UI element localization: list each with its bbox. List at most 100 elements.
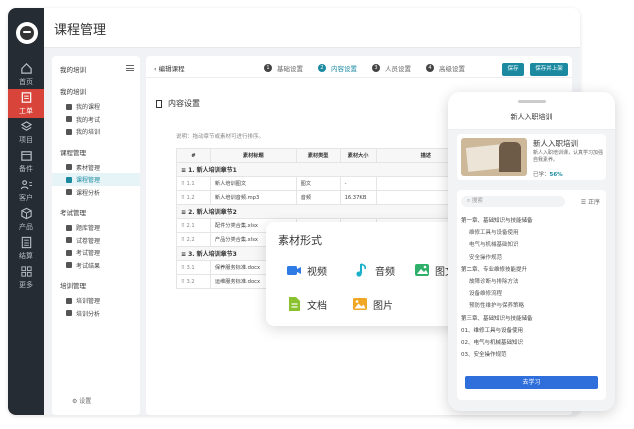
material-type-label: 图片 [373,300,393,312]
material-type-video[interactable]: 视频 [286,262,327,278]
nav-item-label: 课程分析 [76,189,101,197]
nav-item-icon [66,176,72,183]
chapter-item[interactable]: 第二章、专业维修技能提升 [461,265,527,273]
nav-item-icon [66,116,72,122]
nav-item[interactable]: 考试管理 [52,246,140,259]
step-2[interactable]: 2 内容设置 [318,63,357,73]
sort-toggle[interactable]: ☰ 正序 [581,197,600,206]
lesson-item[interactable]: 故障诊断与排除方法 [469,277,519,285]
users-icon [20,180,32,190]
nav-item[interactable]: 我的考试 [52,113,140,126]
nav-item[interactable]: 考试结果 [52,259,140,272]
chapter-item[interactable]: 01、维修工具与设备使用 [461,326,523,334]
rail-item-box[interactable]: 备件 [8,147,44,176]
nav-group-heading: 我的培训 [60,88,86,96]
step-number: 4 [426,64,434,72]
sort-toggle-label: 正序 [587,199,600,206]
table-row[interactable]: ⠿ 1.1 新人培训图文 图文 - [176,176,477,191]
course-card-title: 新人入职培训 [533,139,578,148]
chapter-row[interactable]: ≡ 2. 新人培训章节2 [176,204,476,219]
search-input[interactable]: ⌕ 搜索 [461,196,565,207]
course-card[interactable]: 新人入职培训 新人入职培训课，认真学习加强自我素养。 已学：56% [457,134,606,180]
nav-item[interactable]: 素材管理 [52,161,140,174]
lesson-item[interactable]: 维修工具与设备使用 [469,228,519,236]
nav-item-icon [66,103,72,110]
chapter-item[interactable]: 第一章、基础知识与技能储备 [461,216,533,224]
step-4[interactable]: 4 高级设置 [426,63,465,73]
material-title: 素材形式 [278,234,322,247]
lesson-item[interactable]: 预防性维护与保养策略 [469,301,524,309]
step-3[interactable]: 3 人员设置 [372,63,411,73]
nav-item-label: 我的课程 [76,104,101,111]
chapter-title: ≡ 2. 新人培训章节2 [176,204,476,219]
column-header: 素材大小 [339,148,377,163]
avatar[interactable] [16,22,38,44]
chapter-item[interactable]: 第三章、基础知识与技能储备 [461,314,533,322]
save-button[interactable]: 保存 [502,63,524,76]
section-title: 内容设置 [156,98,200,109]
course-card-desc: 新人入职培训课，认真学习加强自我素养。 [533,150,604,163]
chapter-item[interactable]: 02、电气与机械基础知识 [461,338,523,346]
collapse-menu-icon[interactable] [126,65,134,71]
settings-link[interactable]: ⚙ 设置 [72,396,91,405]
material-size: - [339,176,377,191]
picture-icon [353,298,367,310]
step-1[interactable]: 1 基础设置 [264,63,303,73]
nav-item-icon [66,237,72,243]
chapter-row[interactable]: ≡ 1. 新人培训章节1 [176,162,476,177]
material-type-picture[interactable]: 图片 [352,296,393,312]
rail-item-users[interactable]: 客户 [8,176,44,205]
nav-item[interactable]: 我的培训 [52,125,140,138]
rail-item-cube[interactable]: 产品 [8,205,44,234]
nav-item[interactable]: 培训分析 [52,307,140,320]
nav-item-icon [66,224,72,231]
nav-item-icon [66,249,72,256]
back-button[interactable]: ‹ 编辑课程 [154,63,185,73]
nav-item-label: 考试管理 [76,250,101,257]
rail-item-home[interactable]: 首页 [8,60,44,89]
nav-group-heading: 考试管理 [60,209,86,217]
back-label: 编辑课程 [158,65,185,73]
nav-item[interactable]: 课程分析 [52,186,140,199]
nav-item-icon [66,164,72,170]
lesson-item[interactable]: 电气与机械基础知识 [469,240,519,248]
progress-label: 已学： [533,172,550,178]
nav-item[interactable]: 试卷管理 [52,234,140,247]
rail-item-label: 首页 [19,78,33,86]
nav-item[interactable]: 我的课程 [52,100,140,113]
rail-item-calculator[interactable]: 结算 [8,234,44,263]
nav-item[interactable]: 培训管理 [52,294,140,307]
material-type-music[interactable]: 音频 [354,262,395,278]
row-number: ⠿ 2.1 [176,218,211,233]
rail-item-layers[interactable]: 项目 [8,118,44,147]
table-row[interactable]: ⠿ 1.2 新人培训音频.mp3 音频 16.37KB [176,190,477,205]
rail-item-label: 工单 [19,107,33,115]
nav-item-label: 我的培训 [76,129,101,136]
rail-item-clipboard[interactable]: 工单 [8,89,44,118]
progress-value: 56% [549,172,563,178]
nav-item[interactable]: 课程管理 [52,173,140,186]
course-thumbnail [461,138,527,176]
material-type: 图文 [295,176,341,191]
step-label: 高级设置 [439,65,465,73]
rail-item-grid[interactable]: 更多 [8,263,44,292]
step-label: 内容设置 [331,65,357,73]
course-progress: 已学：56% [533,170,563,178]
column-header: 素材标题 [209,148,297,163]
nav-item[interactable]: 题库管理 [52,221,140,234]
material-type-document[interactable]: 文档 [286,296,327,312]
chapter-item[interactable]: 03、安全操作规范 [461,350,507,358]
learn-button[interactable]: 去学习 [465,376,598,389]
box-icon [20,151,32,161]
nav-item-icon [66,310,72,316]
lesson-item[interactable]: 设备维修流程 [469,289,502,297]
row-number: ⠿ 1.1 [176,176,211,191]
step-bar: ‹ 编辑课程 1 基础设置 2 内容设置 3 人员设置 4 高级设置 保存 保存并上架 [146,56,572,78]
column-header: 素材类型 [295,148,341,163]
rail-item-label: 产品 [19,223,33,231]
save-publish-button[interactable]: 保存并上架 [530,63,568,76]
lesson-item[interactable]: 安全操作规范 [469,253,502,261]
clipboard-icon [21,92,31,103]
nav-item-icon [66,297,72,304]
material-types-popup: 素材形式 视频 音频 图文 文档 图片 [266,222,478,326]
